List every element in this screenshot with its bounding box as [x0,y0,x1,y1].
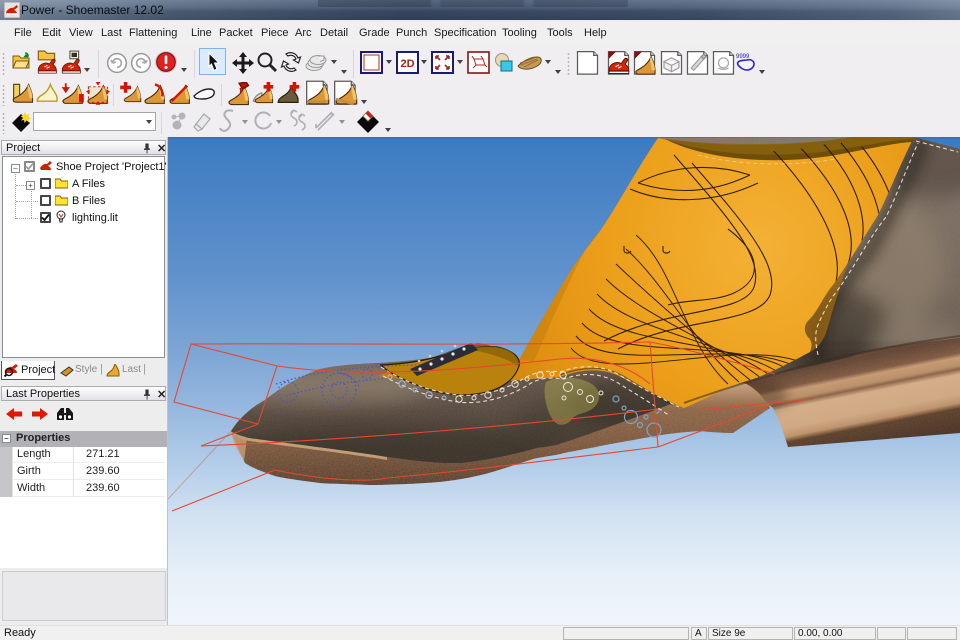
svg-text:2D: 2D [400,58,414,70]
